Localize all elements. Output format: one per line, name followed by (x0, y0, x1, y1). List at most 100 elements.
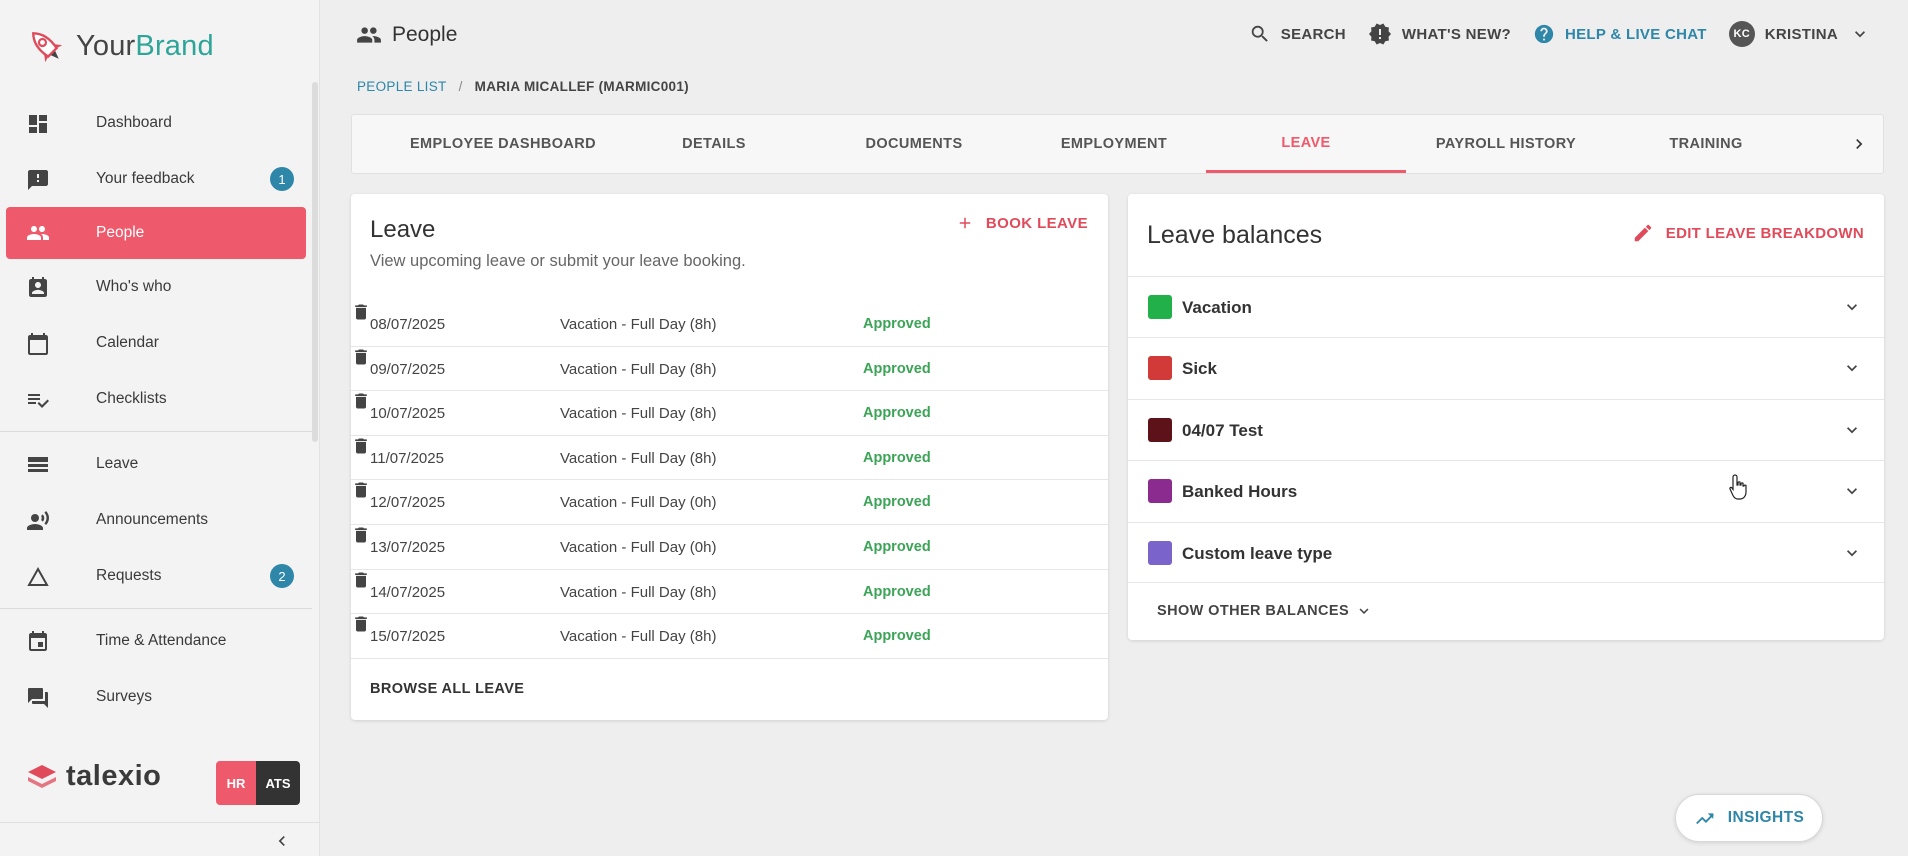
tab-leave[interactable]: LEAVE (1206, 115, 1406, 173)
help-label: HELP & LIVE CHAT (1565, 25, 1707, 43)
delete-icon[interactable] (351, 570, 371, 590)
leave-row[interactable]: 12/07/2025 Vacation - Full Day (0h) Approv… (351, 480, 1108, 525)
tab-employee-dashboard[interactable]: EMPLOYEE DASHBOARD (392, 115, 614, 173)
leave-date: 08/07/2025 (370, 316, 446, 333)
sidebar-item-people[interactable]: People (6, 207, 306, 259)
sidebar-item-time-attendance[interactable]: Time & Attendance (0, 613, 312, 669)
status-badge: Approved (863, 360, 931, 377)
chevron-down-icon (1847, 365, 1857, 372)
page-header: People (356, 22, 457, 48)
sidebar-item-dashboard[interactable]: Dashboard (0, 95, 312, 151)
calendar-icon (28, 333, 48, 355)
balance-row-sick[interactable]: Sick (1128, 337, 1884, 398)
tab-details[interactable]: DETAILS (614, 115, 814, 173)
balance-row-custom-leave-type[interactable]: Custom leave type (1128, 521, 1884, 583)
balance-row-banked-hours[interactable]: Banked Hours (1128, 460, 1884, 521)
tab-documents[interactable]: DOCUMENTS (814, 115, 1014, 173)
sidebar-item-surveys[interactable]: Surveys (0, 669, 312, 725)
app-switcher: HR ATS (216, 761, 300, 805)
leave-type: Vacation - Full Day (8h) (560, 628, 717, 646)
delete-icon[interactable] (351, 480, 371, 500)
leave-list: 08/07/2025 Vacation - Full Day (8h) Approv… (351, 302, 1108, 659)
tab-training[interactable]: TRAINING (1606, 115, 1806, 173)
hr-app-button[interactable]: HR (216, 761, 256, 805)
status-badge: Approved (863, 538, 931, 555)
search-label: SEARCH (1280, 25, 1346, 43)
delete-icon[interactable] (351, 391, 371, 411)
balance-row-test[interactable]: 04/07 Test (1128, 398, 1884, 460)
sidebar-item-label: Surveys (96, 688, 152, 705)
tab-employment[interactable]: EMPLOYMENT (1014, 115, 1214, 173)
avatar: KC (1728, 21, 1755, 47)
breadcrumb-separator: / (458, 79, 463, 94)
chevron-down-icon (1855, 31, 1865, 38)
sidebar-item-label: Checklists (96, 390, 167, 407)
balance-label: 04/07 Test (1182, 420, 1263, 440)
breadcrumb-people-list-link[interactable]: PEOPLE LIST (357, 79, 447, 94)
book-leave-label: BOOK LEAVE (985, 214, 1088, 232)
requests-count-badge: 2 (270, 564, 294, 588)
browse-all-leave-button[interactable]: BROWSE ALL LEAVE (370, 681, 524, 697)
user-name: KRISTINA (1764, 25, 1838, 43)
announcement-icon (27, 511, 49, 530)
edit-leave-breakdown-button[interactable]: EDIT LEAVE BREAKDOWN (1632, 222, 1864, 244)
ats-app-button[interactable]: ATS (256, 761, 300, 805)
sidebar-item-your-feedback[interactable]: Your feedback 1 (0, 151, 312, 207)
leave-row[interactable]: 13/07/2025 Vacation - Full Day (0h) Approv… (351, 525, 1108, 570)
balance-row-vacation[interactable]: Vacation (1128, 276, 1884, 337)
triangle-icon (27, 566, 49, 586)
brand-logo[interactable]: YourBrand (24, 24, 214, 68)
show-other-balances-button[interactable]: SHOW OTHER BALANCES (1157, 602, 1373, 620)
tab-payroll-history[interactable]: PAYROLL HISTORY (1406, 115, 1606, 173)
chevron-down-icon (1847, 304, 1857, 311)
balance-label: Custom leave type (1182, 543, 1333, 563)
talexio-stack-icon (28, 764, 56, 788)
chevron-down-icon (1847, 549, 1857, 556)
sidebar-item-checklists[interactable]: Checklists (0, 371, 312, 427)
leave-row[interactable]: 08/07/2025 Vacation - Full Day (8h) Approv… (351, 302, 1108, 347)
leave-card-title: Leave (370, 216, 436, 243)
leave-date: 10/07/2025 (370, 405, 446, 423)
sidebar-item-announcements[interactable]: Announcements (0, 492, 312, 548)
sidebar-scrollbar[interactable] (312, 82, 318, 442)
search-button[interactable]: SEARCH (1249, 23, 1346, 45)
checklist-icon (28, 394, 49, 408)
plus-icon (959, 217, 971, 229)
pencil-icon (1634, 224, 1652, 242)
leave-row[interactable]: 15/07/2025 Vacation - Full Day (8h) Approv… (351, 614, 1108, 659)
leave-row[interactable]: 10/07/2025 Vacation - Full Day (8h) Approv… (351, 391, 1108, 436)
breadcrumb-current: MARIA MICALLEF (MARMIC001) (474, 79, 689, 94)
sidebar-item-label: Who's who (96, 278, 172, 295)
sidebar-nav: Dashboard Your feedback 1 People Who's w… (0, 95, 312, 725)
book-leave-button[interactable]: BOOK LEAVE (956, 214, 1088, 232)
search-icon (1251, 25, 1268, 42)
delete-icon[interactable] (351, 347, 371, 367)
color-swatch (1148, 356, 1172, 381)
leave-row[interactable]: 14/07/2025 Vacation - Full Day (8h) Approv… (351, 570, 1108, 615)
help-live-chat-button[interactable]: HELP & LIVE CHAT (1533, 23, 1707, 45)
delete-icon[interactable] (351, 525, 371, 545)
sidebar-item-whos-who[interactable]: Who's who (0, 259, 312, 315)
delete-icon[interactable] (351, 614, 371, 634)
chevron-down-icon (1847, 426, 1857, 434)
user-menu[interactable]: KC KRISTINA (1728, 21, 1870, 47)
sidebar-item-leave[interactable]: Leave (0, 436, 312, 492)
people-icon (357, 27, 381, 43)
sidebar-item-requests[interactable]: Requests 2 (0, 548, 312, 604)
chevron-right-icon[interactable] (1849, 134, 1869, 154)
leave-row[interactable]: 09/07/2025 Vacation - Full Day (8h) Approv… (351, 347, 1108, 392)
balance-label: Vacation (1182, 298, 1252, 317)
leave-date: 12/07/2025 (370, 494, 446, 512)
insights-button[interactable]: INSIGHTS (1675, 794, 1823, 842)
delete-icon[interactable] (351, 436, 371, 456)
sidebar-item-calendar[interactable]: Calendar (0, 315, 312, 371)
dashboard-icon (29, 115, 47, 133)
talexio-logo: talexio (26, 760, 161, 793)
people-icon (27, 226, 49, 240)
leave-row[interactable]: 11/07/2025 Vacation - Full Day (8h) Approv… (351, 436, 1108, 481)
sidebar-divider (0, 608, 312, 609)
whats-new-button[interactable]: WHAT'S NEW? (1368, 22, 1511, 46)
whats-new-label: WHAT'S NEW? (1401, 25, 1511, 43)
delete-icon[interactable] (351, 302, 371, 322)
chevron-left-icon[interactable] (272, 831, 292, 851)
